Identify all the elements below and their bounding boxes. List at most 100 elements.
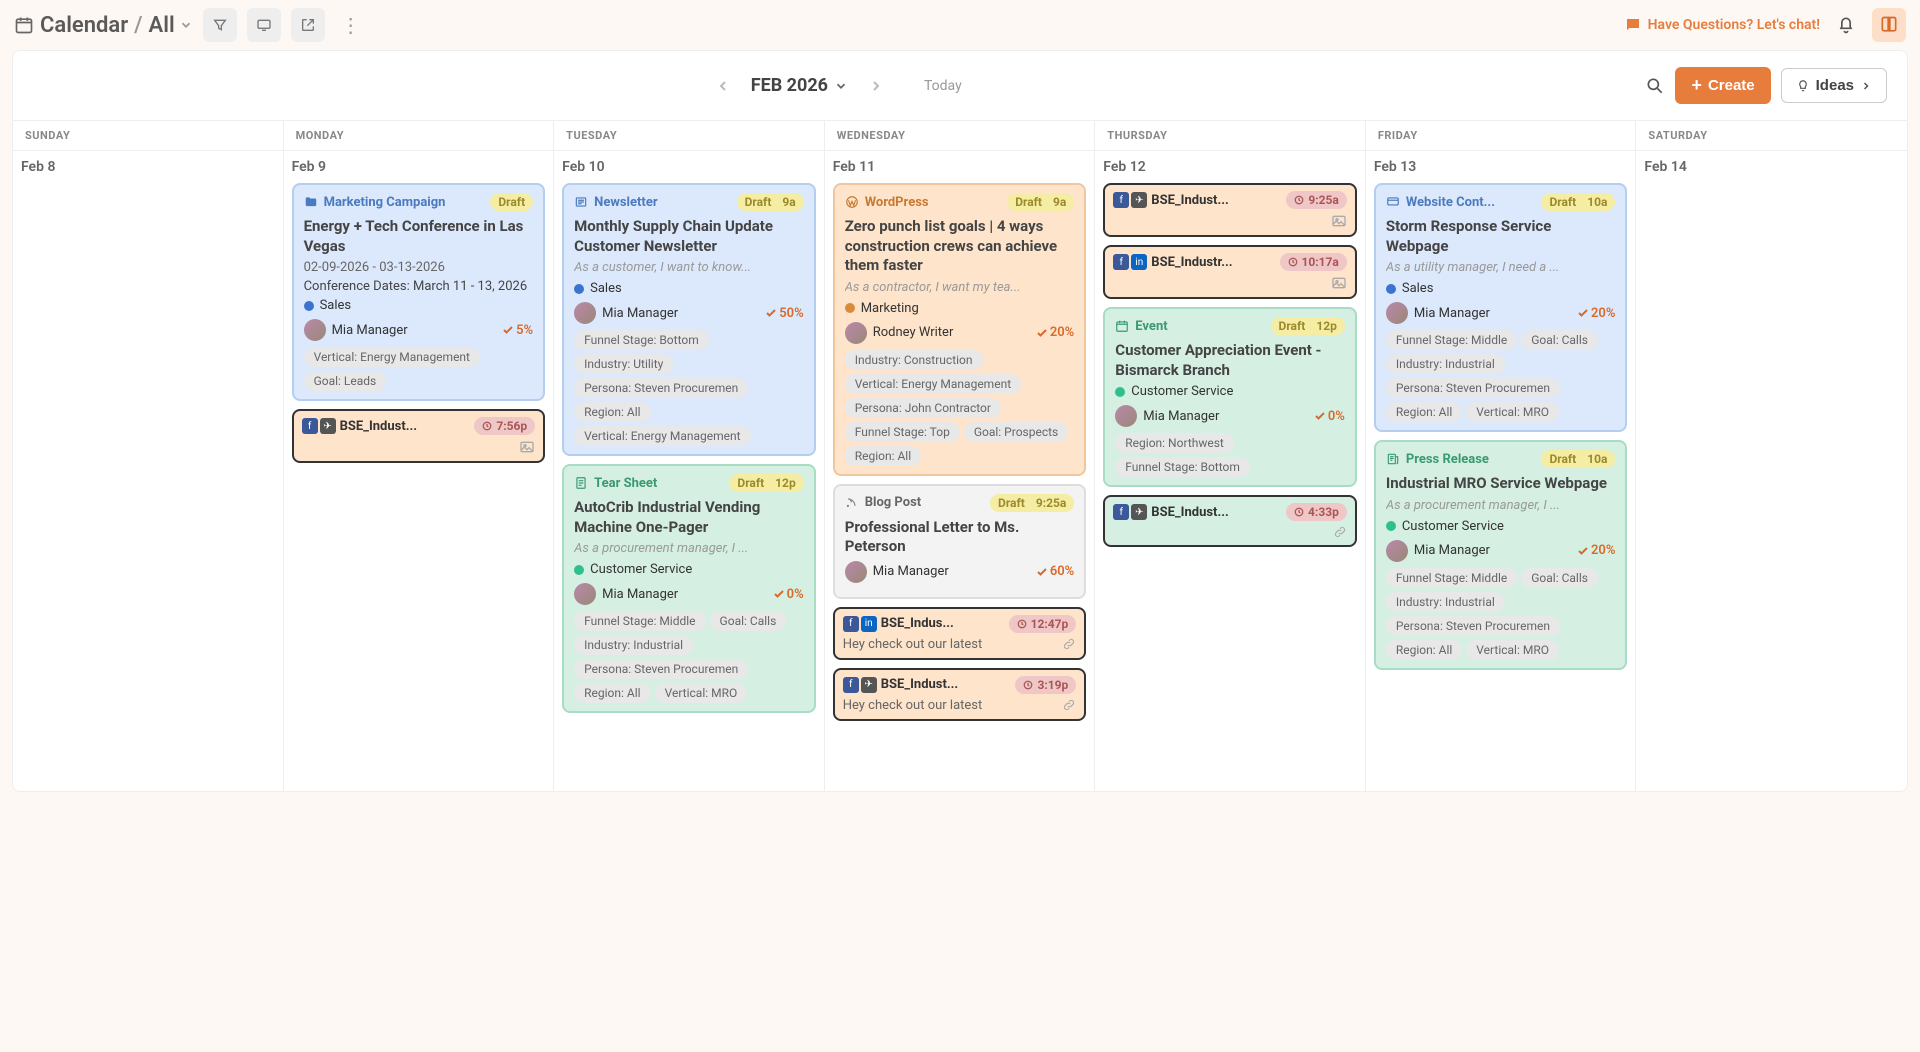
folder-icon [304,195,318,209]
time-badge: 3:19p [1015,676,1076,694]
newsletter-icon [574,195,588,209]
time-badge: 7:56p [474,417,535,435]
card-category: Sales [1402,281,1434,296]
card-title: Zero punch list goals | 4 ways construct… [845,217,1075,276]
card-category: Customer Service [1131,384,1233,399]
social-icon: ✈ [320,418,336,434]
docs-button[interactable] [1872,8,1906,42]
date-label: Feb 8 [21,159,275,175]
breadcrumb-sep: / [134,13,142,38]
social-name: BSE_Indust... [1151,505,1282,520]
breadcrumb-root[interactable]: Calendar [40,13,128,38]
more-button[interactable]: ⋮ [335,13,367,37]
assignee: Mia Manager [602,306,678,321]
next-month-button[interactable] [860,74,892,98]
create-button[interactable]: + Create [1675,67,1770,104]
filter-button[interactable] [203,8,237,42]
day-header: TUESDAY [554,121,825,150]
progress-pct: 50% [765,306,803,321]
social-card[interactable]: f ✈ BSE_Indust... 7:56p [292,409,546,463]
event-card[interactable]: Press Release Draft 10a Industrial MRO S… [1374,440,1628,670]
card-title: Customer Appreciation Event - Bismarck B… [1115,341,1345,380]
card-desc: As a procurement manager, I ... [574,541,804,556]
facebook-icon: f [843,677,859,693]
tag-pill: Persona: Steven Procuremen [1386,616,1560,636]
event-icon [1115,319,1129,333]
tag-pill: Vertical: MRO [655,683,748,703]
today-button[interactable]: Today [924,78,962,94]
ideas-button[interactable]: Ideas [1781,68,1887,103]
event-card[interactable]: Tear Sheet Draft 12p AutoCrib Industrial… [562,464,816,713]
event-card[interactable]: Website Cont... Draft 10a Storm Response… [1374,183,1628,432]
date-label: Feb 9 [292,159,546,175]
day-cell[interactable]: Feb 10 Newsletter Draft 9a Monthly Suppl… [554,151,825,791]
lightbulb-icon [1796,79,1810,93]
facebook-icon: f [302,418,318,434]
card-type: Press Release [1406,452,1536,467]
breadcrumb-view-dropdown[interactable]: All [149,13,193,38]
avatar [574,583,596,605]
calendar-icon [14,15,34,35]
tag-pill: Goal: Calls [710,611,787,631]
clock-icon [1023,680,1033,690]
search-button[interactable] [1645,76,1665,96]
clock-icon [1294,195,1304,205]
check-icon [502,324,514,336]
social-card[interactable]: f ✈ BSE_Indust... 9:25a [1103,183,1357,237]
social-icon: ✈ [1131,504,1147,520]
prev-month-button[interactable] [707,74,739,98]
tag-pill: Goal: Calls [1521,330,1598,350]
tag-pill: Region: All [574,402,650,422]
tag-pill: Persona: Steven Procuremen [574,378,748,398]
social-name: BSE_Indust... [1151,193,1282,208]
day-headers: SUNDAY MONDAY TUESDAY WEDNESDAY THURSDAY… [13,120,1907,151]
share-button[interactable] [291,8,325,42]
social-card[interactable]: f ✈ BSE_Indust... 4:33p [1103,495,1357,547]
image-icon [1331,213,1347,229]
social-card[interactable]: f ✈ BSE_Indust... 3:19p Hey check out ou… [833,668,1087,721]
day-cell[interactable]: Feb 13 Website Cont... Draft 10a Storm R… [1366,151,1637,791]
bell-icon[interactable] [1836,15,1856,35]
avatar [304,319,326,341]
create-label: Create [1708,77,1755,94]
social-name: BSE_Industr... [1151,255,1275,270]
chat-link[interactable]: Have Questions? Let's chat! [1624,16,1820,34]
social-card[interactable]: f in BSE_Industr... 10:17a [1103,245,1357,299]
event-card[interactable]: Event Draft 12p Customer Appreciation Ev… [1103,307,1357,487]
event-card[interactable]: Marketing Campaign Draft Energy + Tech C… [292,183,546,401]
social-card[interactable]: f in BSE_Indus... 12:47p Hey check out o… [833,607,1087,660]
clock-icon [1288,257,1298,267]
chat-text: Have Questions? Let's chat! [1648,17,1820,33]
day-cell[interactable]: Feb 9 Marketing Campaign Draft Energy + … [284,151,555,791]
date-label: Feb 10 [562,159,816,175]
status-badge: Draft 9a [737,193,804,211]
link-icon [1062,637,1076,651]
calendar-nav: FEB 2026 Today [33,74,1635,98]
top-bar: Calendar / All ⋮ Have Questions? Let's c… [0,0,1920,50]
day-cell[interactable]: Feb 14 [1636,151,1907,791]
linkedin-icon: in [861,616,877,632]
link-icon [1062,698,1076,712]
display-button[interactable] [247,8,281,42]
avatar [1115,405,1137,427]
tag-pill: Vertical: MRO [1466,402,1559,422]
blog-icon [845,496,859,510]
day-cell[interactable]: Feb 12 f ✈ BSE_Indust... 9:25a [1095,151,1366,791]
status-badge: Draft 9:25a [990,494,1074,512]
social-icon: ✈ [1131,192,1147,208]
event-card[interactable]: WordPress Draft 9a Zero punch list goals… [833,183,1087,476]
month-picker[interactable]: FEB 2026 [751,75,848,96]
calendar: FEB 2026 Today + Create Ideas SUNDAY MON… [12,50,1908,792]
day-cell[interactable]: Feb 8 [13,151,284,791]
status-badge: Draft 12p [1271,317,1345,335]
check-icon [1036,566,1048,578]
progress-pct: 5% [502,323,533,338]
time-badge: 10:17a [1280,253,1347,271]
event-card[interactable]: Newsletter Draft 9a Monthly Supply Chain… [562,183,816,456]
category-dot [574,565,584,575]
day-cell[interactable]: Feb 11 WordPress Draft 9a Zero punch lis… [825,151,1096,791]
event-card[interactable]: Blog Post Draft 9:25a Professional Lette… [833,484,1087,599]
tag-pill: Region: All [845,446,921,466]
clock-icon [482,421,492,431]
category-dot [1386,521,1396,531]
